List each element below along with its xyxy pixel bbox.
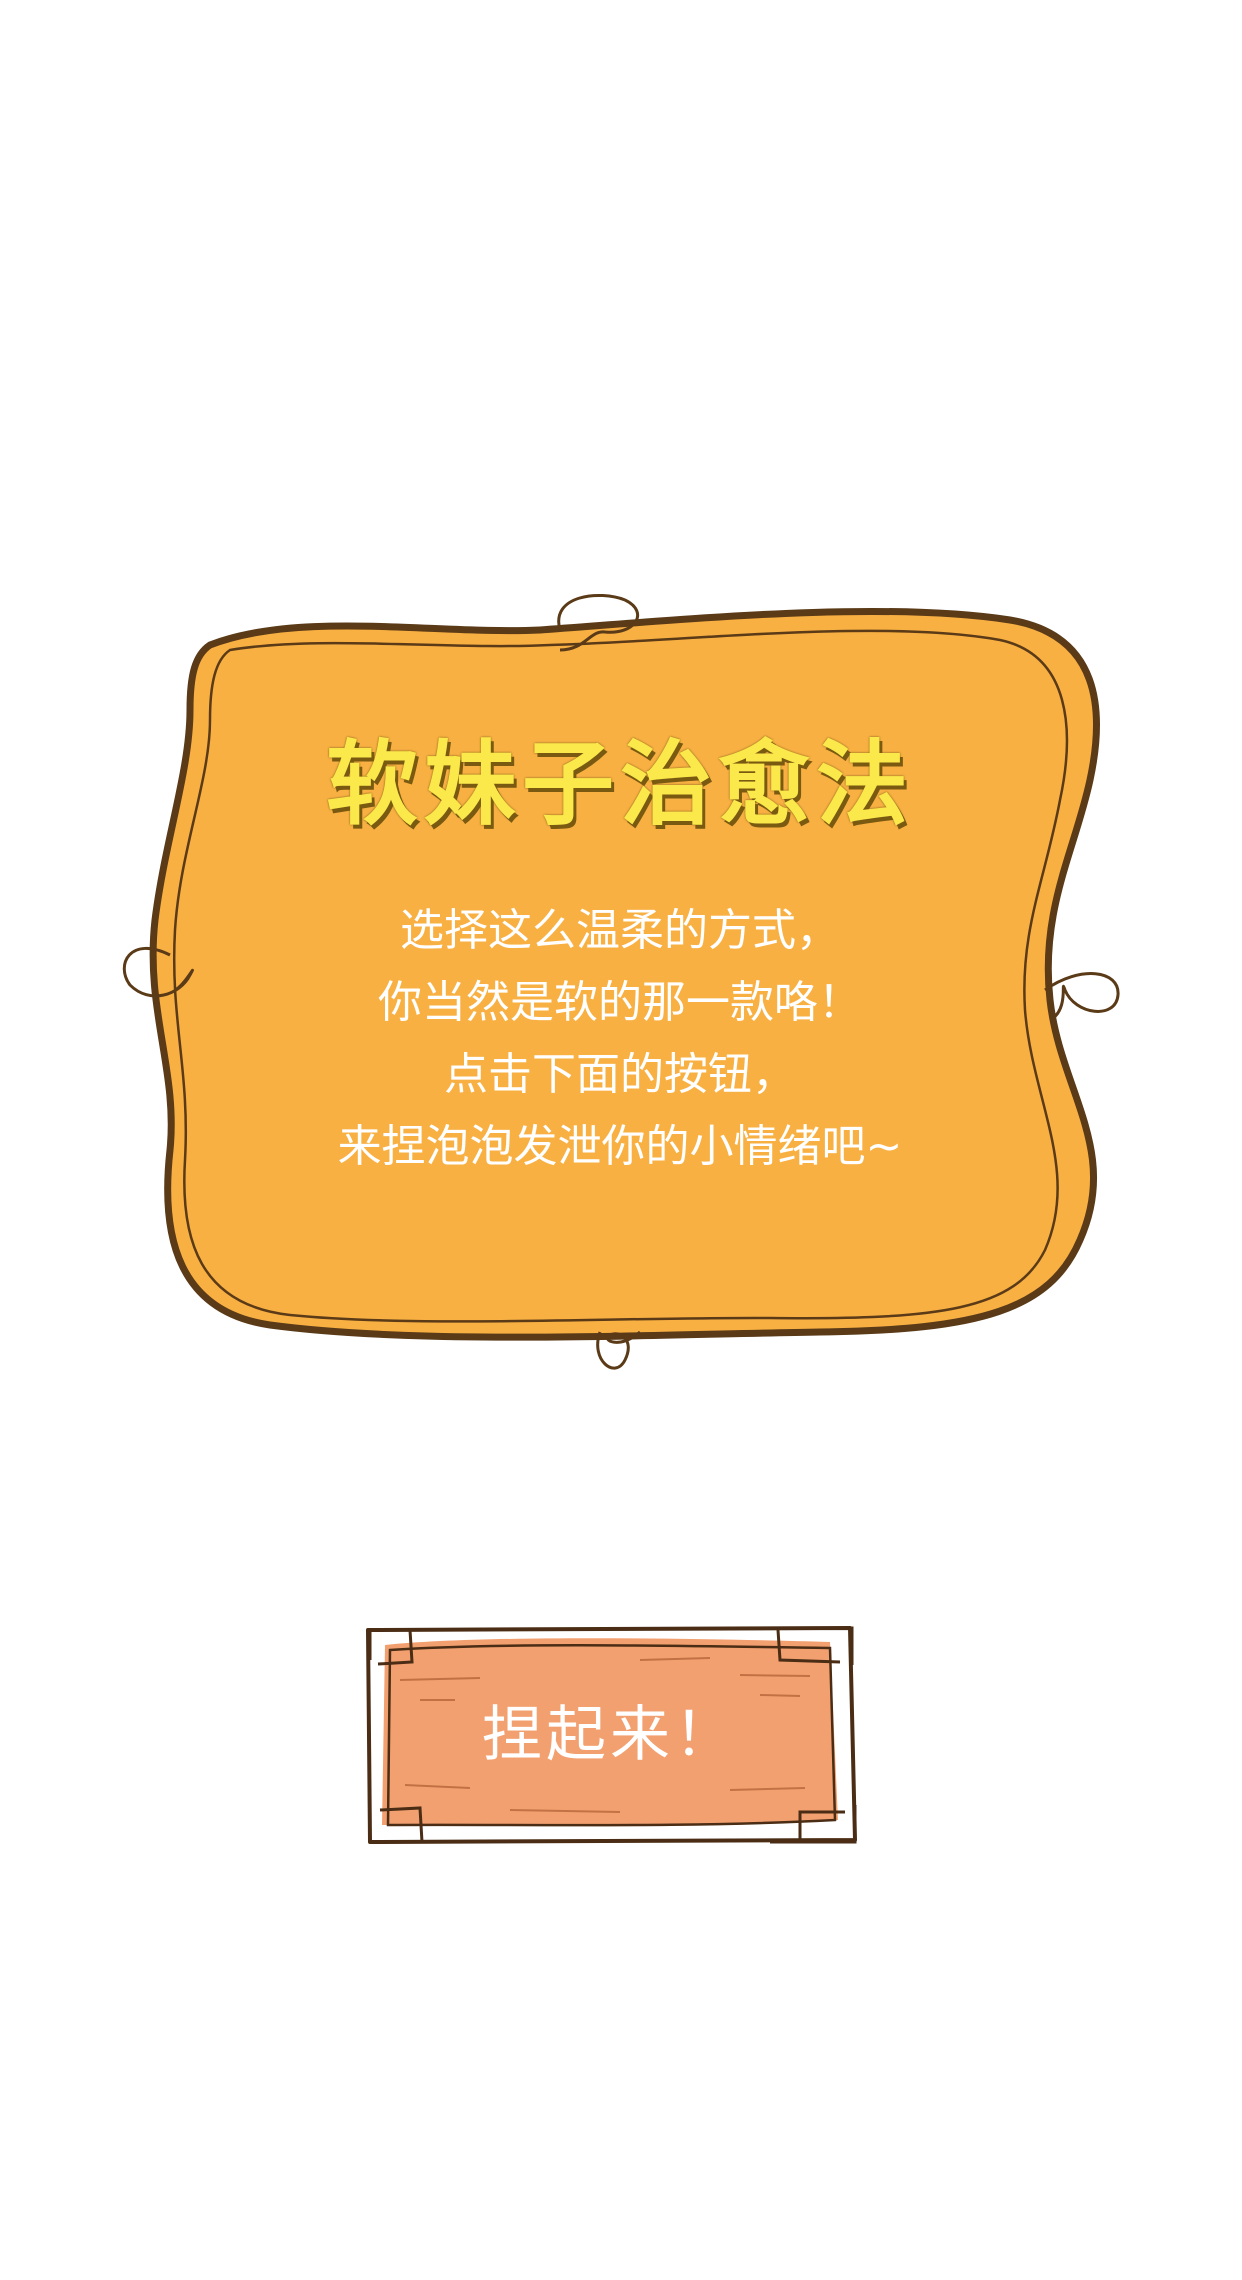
squeeze-button-label: 捏起来！ bbox=[482, 1700, 738, 1770]
card-line-4: 来捏泡泡发泄你的小情绪吧~ bbox=[337, 1121, 903, 1172]
card-line-3: 点击下面的按钮， bbox=[444, 1049, 796, 1100]
intro-card: 软妹子治愈法 选择这么温柔的方式， 你当然是软的那一款咯！ 点击下面的按钮， 来… bbox=[120, 590, 1120, 1400]
card-line-1: 选择这么温柔的方式， bbox=[400, 905, 840, 956]
card-line-2: 你当然是软的那一款咯！ bbox=[378, 977, 862, 1028]
card-title: 软妹子治愈法 bbox=[325, 731, 914, 838]
card-description: 选择这么温柔的方式， 你当然是软的那一款咯！ 点击下面的按钮， 来捏泡泡发泄你的… bbox=[120, 895, 1120, 1183]
squeeze-button[interactable]: 捏起来！ bbox=[360, 1620, 860, 1850]
